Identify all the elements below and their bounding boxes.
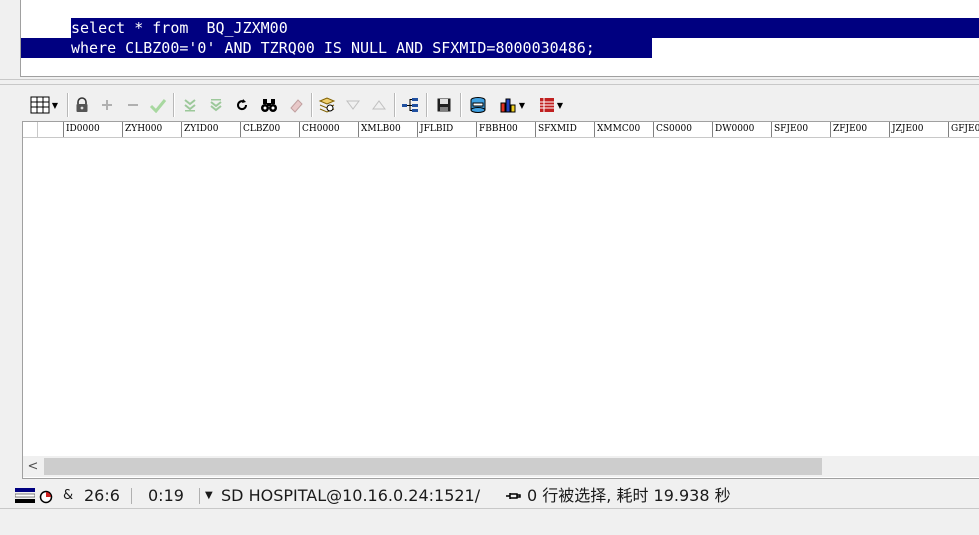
execution-time: 0:19 xyxy=(148,486,184,505)
column-header[interactable]: ZYID00 xyxy=(181,122,240,137)
row-indicator-header xyxy=(23,122,38,137)
sql-line-2-text: where CLBZ00='0' AND TZRQ00 IS NULL AND … xyxy=(71,39,595,57)
column-header[interactable]: JFLBID xyxy=(417,122,476,137)
lock-icon xyxy=(76,97,88,112)
cursor-position: 26:6 xyxy=(84,486,120,505)
bar-chart-icon xyxy=(500,98,516,113)
sql-editor: select * from BQ_JZXM00 where CLBZ00='0'… xyxy=(0,0,979,78)
chevron-down-icon: ▼ xyxy=(51,100,59,110)
column-header[interactable]: XMLB00 xyxy=(358,122,417,137)
toolbar-separator xyxy=(67,93,69,117)
editor-results-splitter[interactable] xyxy=(0,79,979,85)
plus-icon xyxy=(102,100,112,110)
next-button[interactable] xyxy=(370,93,388,117)
column-header[interactable]: CS0000 xyxy=(653,122,712,137)
column-header[interactable]: DW0000 xyxy=(712,122,771,137)
fetch-all-button[interactable] xyxy=(206,93,226,117)
grid-view-button[interactable]: ▼ xyxy=(27,93,61,117)
add-record-button[interactable] xyxy=(98,93,116,117)
clear-button[interactable] xyxy=(286,93,306,117)
status-separator xyxy=(199,488,200,504)
sql-editor-text-area[interactable]: select * from BQ_JZXM00 where CLBZ00='0'… xyxy=(20,0,979,77)
double-chevron-down-icon xyxy=(184,99,196,112)
results-grid[interactable]: ID0000 ZYH000 ZYID00 CLBZ00 CH0000 XMLB00 JFLB… xyxy=(22,121,979,479)
ampersand-icon: & xyxy=(63,488,74,503)
column-header[interactable]: CH0000 xyxy=(299,122,358,137)
sql-line-1[interactable]: select * from BQ_JZXM00 xyxy=(71,18,979,38)
column-header[interactable]: ZYH000 xyxy=(122,122,181,137)
triangle-down-icon xyxy=(346,100,360,110)
minus-icon xyxy=(128,104,138,106)
query-by-example-button[interactable] xyxy=(317,93,337,117)
column-header[interactable]: ID0000 xyxy=(63,122,122,137)
find-button[interactable] xyxy=(259,93,279,117)
lock-button[interactable] xyxy=(72,93,92,117)
connection-info[interactable]: SD HOSPITAL@10.16.0.24:1521/ xyxy=(221,486,480,506)
column-header[interactable]: FBBH00 xyxy=(476,122,535,137)
status-bar: & 26:6 0:19 ▼ SD HOSPITAL@10.16.0.24:152… xyxy=(0,484,979,508)
eraser-icon xyxy=(290,99,303,113)
results-toolbar: ▼ ▼ ▼ xyxy=(22,90,979,120)
result-message: 0 行被选择, 耗时 19.938 秒 xyxy=(527,486,731,505)
toolbar-separator xyxy=(460,93,462,117)
floppy-disk-icon xyxy=(437,98,451,112)
horizontal-scrollbar[interactable]: < xyxy=(23,456,979,477)
column-header[interactable]: JZJE00 xyxy=(889,122,948,137)
grid-view-icon xyxy=(30,96,50,114)
bottom-panel xyxy=(0,508,979,535)
save-button[interactable] xyxy=(434,93,454,117)
binoculars-icon xyxy=(261,99,277,112)
database-export-icon xyxy=(470,97,486,113)
chevron-left-icon[interactable]: < xyxy=(25,459,41,475)
connection-dropdown-icon[interactable]: ▼ xyxy=(205,486,213,506)
column-header[interactable]: SFJE00 xyxy=(771,122,830,137)
refresh-icon xyxy=(237,99,248,111)
post-edit-button[interactable] xyxy=(148,93,168,117)
scrollbar-thumb[interactable] xyxy=(44,458,822,475)
delete-record-button[interactable] xyxy=(124,93,142,117)
single-record-view-button[interactable]: ▼ xyxy=(534,93,568,117)
sql-line-2[interactable]: where CLBZ00='0' AND TZRQ00 IS NULL AND … xyxy=(21,38,652,58)
checkmark-icon xyxy=(149,99,167,113)
previous-button[interactable] xyxy=(344,93,362,117)
tree-structure-icon xyxy=(402,98,418,112)
record-view-icon xyxy=(539,98,554,112)
toolbar-separator xyxy=(394,93,396,117)
column-header[interactable]: ZFJE00 xyxy=(830,122,889,137)
column-header[interactable]: GFJE0 xyxy=(948,122,979,137)
timer-icon xyxy=(39,487,53,507)
pin-icon xyxy=(505,487,521,507)
sql-line-1-text: select * from BQ_JZXM00 xyxy=(71,19,288,37)
chevron-down-icon: ▼ xyxy=(556,100,564,110)
status-separator xyxy=(131,488,132,504)
toolbar-separator xyxy=(311,93,313,117)
grid-header-row: ID0000 ZYH000 ZYID00 CLBZ00 CH0000 XMLB00 JFLB… xyxy=(23,122,979,138)
toolbar-separator xyxy=(173,93,175,117)
toolbar-separator xyxy=(426,93,428,117)
explain-plan-button[interactable] xyxy=(400,93,420,117)
column-header[interactable]: XMMC00 xyxy=(594,122,653,137)
chart-button[interactable]: ▼ xyxy=(494,93,530,117)
column-header[interactable]: SFXMID xyxy=(535,122,594,137)
fetch-next-page-button[interactable] xyxy=(180,93,200,117)
column-header[interactable]: CLBZ00 xyxy=(240,122,299,137)
export-button[interactable] xyxy=(468,93,488,117)
triangle-up-icon xyxy=(372,100,386,110)
fetch-last-icon xyxy=(210,99,222,112)
refresh-button[interactable] xyxy=(233,93,251,117)
query-by-example-icon xyxy=(318,97,336,113)
chevron-down-icon: ▼ xyxy=(518,100,526,110)
window-list-icon[interactable] xyxy=(14,487,36,507)
